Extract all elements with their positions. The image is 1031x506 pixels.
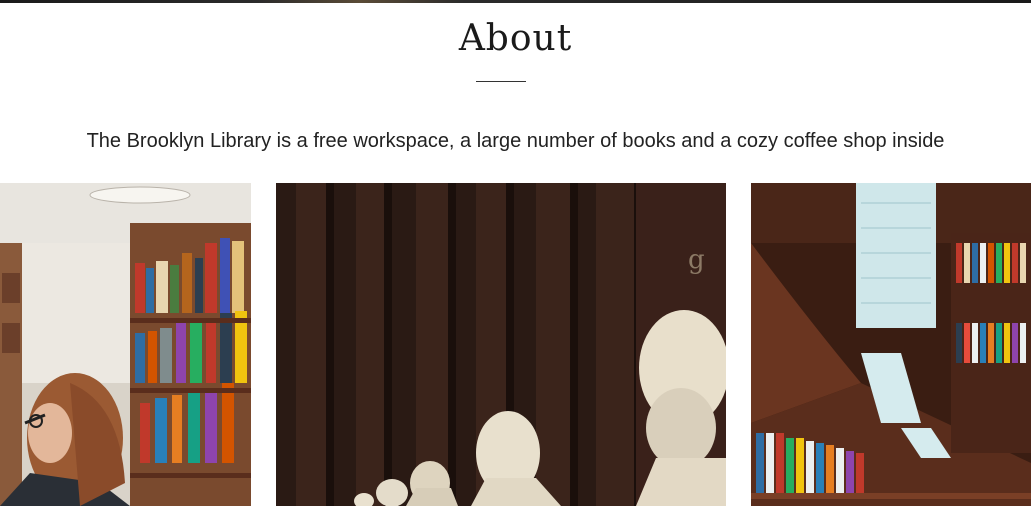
- svg-text:g: g: [688, 245, 705, 275]
- gallery-image-woman-browsing: [0, 183, 251, 506]
- about-description: The Brooklyn Library is a free workspace…: [86, 130, 945, 152]
- page-title: About: [458, 18, 573, 59]
- gallery-image-marble-busts: g: [276, 183, 726, 506]
- title-divider: [476, 81, 526, 82]
- gallery-image-curved-shelves: [751, 183, 1031, 506]
- header-image-strip: [0, 0, 1031, 3]
